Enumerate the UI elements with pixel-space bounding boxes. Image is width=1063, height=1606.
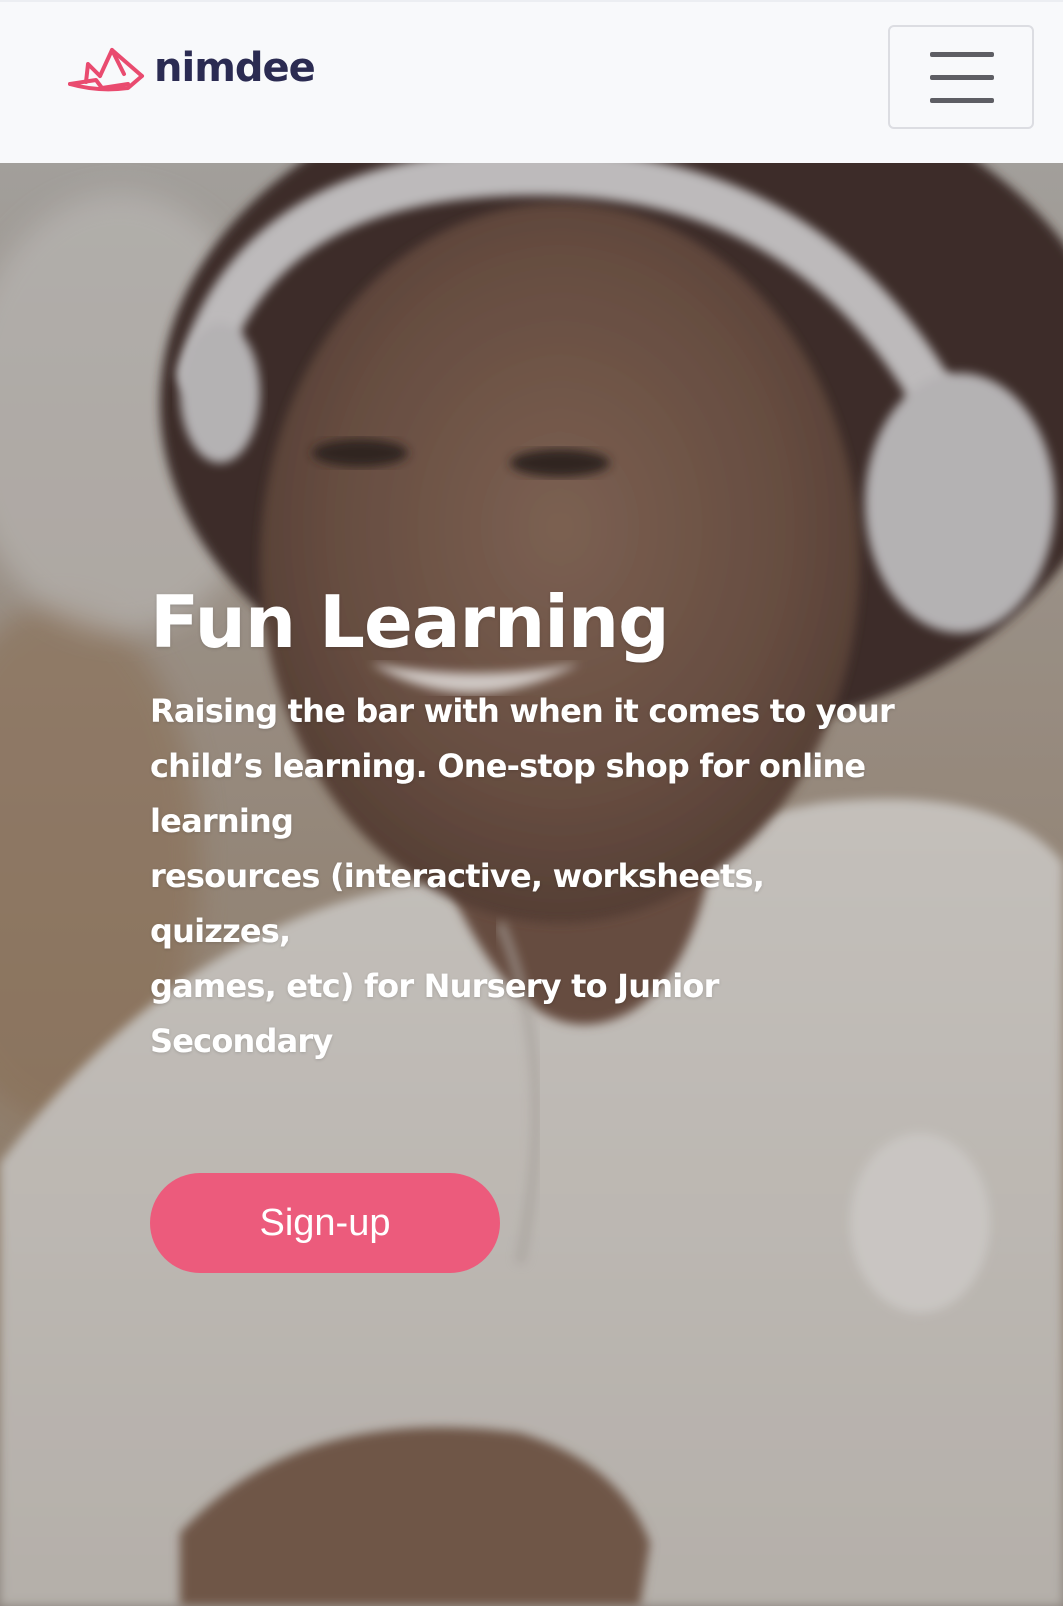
hero-section: Fun Learning Raising the bar with when i… bbox=[0, 163, 1063, 1606]
navbar: nimdee bbox=[0, 0, 1063, 163]
brand-logo-link[interactable]: nimdee bbox=[68, 38, 316, 98]
crown-boat-logo-icon bbox=[68, 48, 144, 92]
hero-title: Fun Learning bbox=[150, 580, 670, 664]
brand-name: nimdee bbox=[154, 45, 316, 91]
menu-toggle-button[interactable] bbox=[888, 25, 1034, 129]
signup-button[interactable]: Sign-up bbox=[150, 1173, 500, 1273]
hamburger-menu-icon bbox=[930, 52, 994, 103]
hero-content: Fun Learning Raising the bar with when i… bbox=[150, 580, 910, 1069]
hero-description: Raising the bar with when it comes to yo… bbox=[150, 692, 895, 1061]
